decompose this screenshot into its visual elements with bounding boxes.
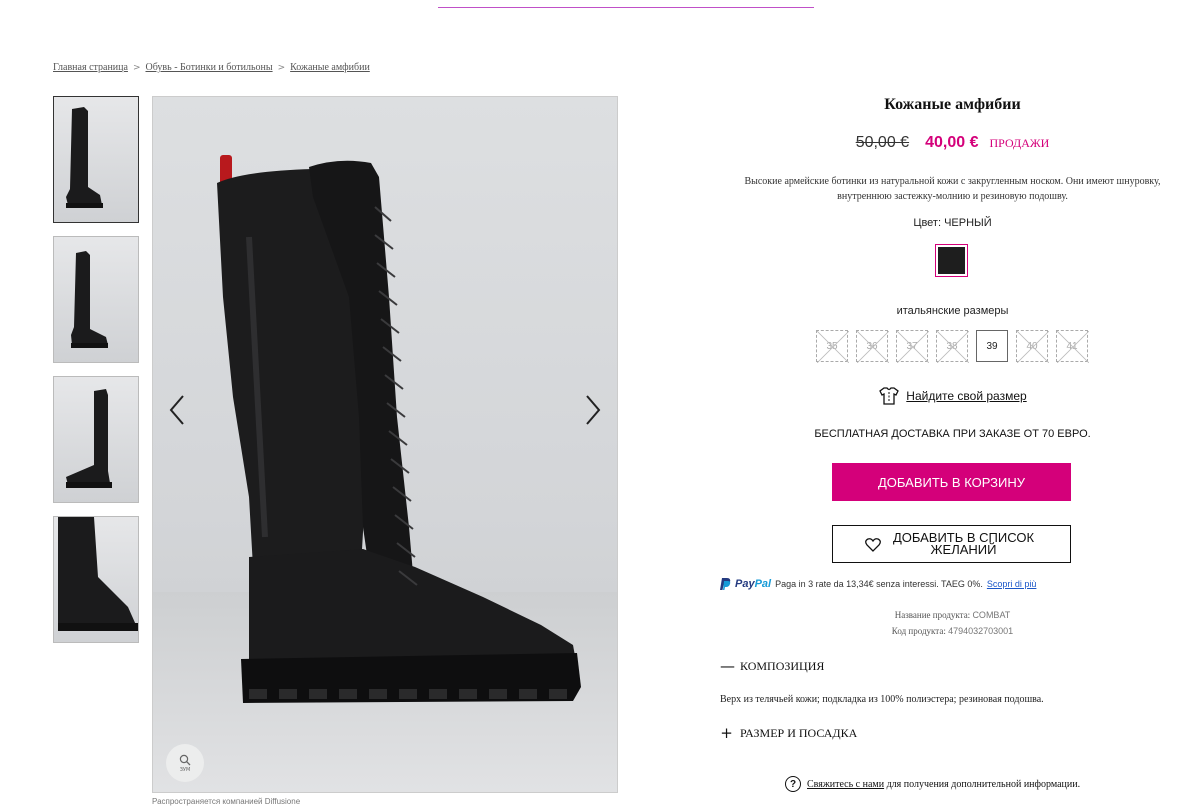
find-size-link[interactable]: Найдите свой размер <box>906 389 1026 403</box>
product-description: Высокие армейские ботинки из натуральной… <box>744 176 1161 202</box>
sale-badge: ПРОДАЖИ <box>989 136 1050 150</box>
size-option-available[interactable]: 39 <box>976 330 1008 362</box>
thumbnail-3[interactable] <box>53 376 139 503</box>
find-size-row: Найдите свой размер <box>705 386 1200 406</box>
zoom-button[interactable]: ЗУМ <box>166 744 204 782</box>
product-code-label: Код продукта: <box>891 626 946 636</box>
size-option[interactable]: 36 <box>856 330 889 363</box>
product-code-row: Код продукта: 4794032703001 <box>705 626 1200 636</box>
product-code-value: 4794032703001 <box>948 626 1014 636</box>
product-main-image: ЗУМ <box>152 96 618 793</box>
zoom-icon <box>179 754 191 765</box>
chevron-right-icon[interactable] <box>581 393 605 427</box>
size-option[interactable]: 38 <box>936 330 969 363</box>
thumbnail-4[interactable] <box>53 516 139 643</box>
add-to-cart-button[interactable]: ДОБАВИТЬ В КОРЗИНУ <box>832 463 1071 501</box>
question-icon: ? <box>785 776 801 792</box>
size-selector: 35 36 37 38 39 40 41 <box>816 330 1089 363</box>
sizes-label: итальянские размеры <box>896 305 1009 317</box>
breadcrumb-category[interactable]: Обувь - Ботинки и ботильоны <box>145 62 272 73</box>
product-name-value: COMBAT <box>972 610 1011 620</box>
size-option[interactable]: 37 <box>896 330 929 363</box>
price-row: 50,00 € 40,00 € ПРОДАЖИ <box>705 134 1200 152</box>
old-price: 50,00 € <box>855 134 910 151</box>
composition-text: Верх из телячьей кожи; подкладка из 100%… <box>720 694 1044 705</box>
size-option[interactable]: 40 <box>1016 330 1049 363</box>
composition-title: КОМПОЗИЦИЯ <box>740 658 825 673</box>
minus-icon: — <box>720 657 735 675</box>
size-fit-title: РАЗМЕР И ПОСАДКА <box>740 725 858 740</box>
color-label: Цвет: ЧЕРНЫЙ <box>913 217 992 229</box>
top-divider <box>438 7 814 8</box>
composition-accordion[interactable]: — КОМПОЗИЦИЯ <box>720 657 824 675</box>
zoom-label: ЗУМ <box>179 766 191 773</box>
contact-row: ? Свяжитесь с нами для получения дополни… <box>785 776 1080 792</box>
thumbnail-2[interactable] <box>53 236 139 363</box>
breadcrumb: Главная страница > Обувь - Ботинки и бот… <box>53 62 370 73</box>
contact-link[interactable]: Свяжитесь с нами <box>807 779 884 790</box>
thumbnail-list <box>53 96 139 656</box>
size-fit-accordion[interactable]: + РАЗМЕР И ПОСАДКА <box>720 724 857 742</box>
heart-icon <box>864 537 881 552</box>
wishlist-label: ДОБАВИТЬ В СПИСОК ЖЕЛАНИЙ <box>892 530 1035 557</box>
contact-text: для получения дополнительной информации. <box>886 778 1081 790</box>
breadcrumb-home[interactable]: Главная страница <box>53 62 128 73</box>
paypal-installments: PayPal Paga in 3 rate da 13,34€ senza in… <box>719 577 1036 591</box>
shipping-note: БЕСПЛАТНАЯ ДОСТАВКА ПРИ ЗАКАЗЕ ОТ 70 ЕВР… <box>814 428 1091 440</box>
hanger-icon <box>879 387 900 405</box>
chevron-right-icon: > <box>132 62 141 73</box>
color-swatch-black[interactable] <box>935 244 968 277</box>
breadcrumb-current[interactable]: Кожаные амфибии <box>290 62 370 73</box>
paypal-icon <box>720 578 731 590</box>
add-to-wishlist-button[interactable]: ДОБАВИТЬ В СПИСОК ЖЕЛАНИЙ <box>832 525 1071 563</box>
boot-image <box>217 155 581 703</box>
size-option[interactable]: 41 <box>1056 330 1089 363</box>
plus-icon: + <box>720 724 733 742</box>
size-option[interactable]: 35 <box>816 330 849 363</box>
thumbnail-1[interactable] <box>53 96 139 223</box>
chevron-right-icon: > <box>277 62 286 73</box>
paypal-logo: PayPal <box>735 578 772 590</box>
paypal-text: Paga in 3 rate da 13,34€ senza interessi… <box>775 579 983 589</box>
sale-price: 40,00 € <box>925 134 979 151</box>
chevron-left-icon[interactable] <box>165 393 189 427</box>
product-title: Кожаные амфибии <box>884 96 1021 113</box>
distributor-note: Распространяется компанией Diffusione <box>152 797 301 806</box>
product-name-label: Название продукта: <box>894 610 971 620</box>
paypal-learn-more-link[interactable]: Scopri di più <box>987 579 1037 589</box>
product-name-row: Название продукта: COMBAT <box>705 610 1200 620</box>
